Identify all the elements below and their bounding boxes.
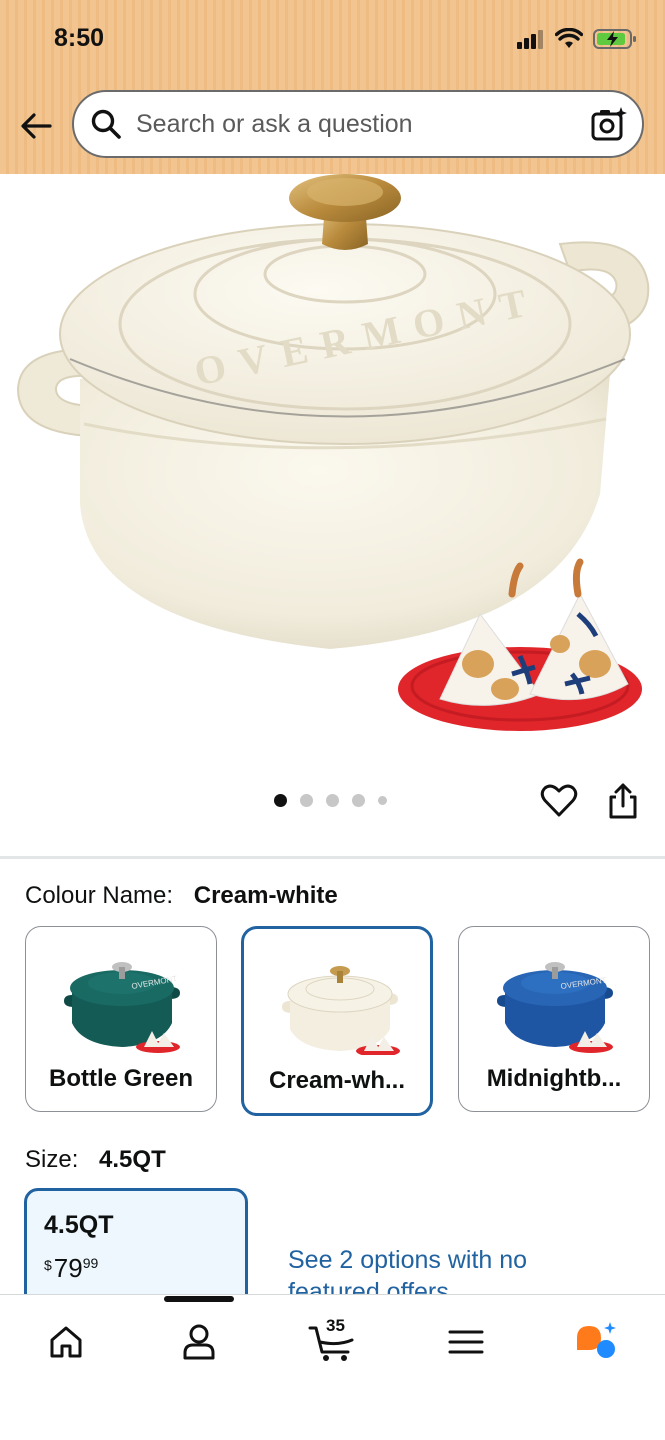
status-time: 8:50	[54, 24, 105, 52]
size-option-label: 4.5QT	[44, 1211, 114, 1239]
colour-label: Colour Name:	[25, 882, 174, 909]
price-currency: $	[44, 1257, 52, 1273]
share-icon[interactable]	[606, 782, 640, 820]
colour-name-row: Colour Name: Cream-white	[25, 882, 338, 910]
size-label: Size:	[25, 1146, 79, 1173]
cart-count-badge: 35	[326, 1316, 345, 1335]
search-placeholder: Search or ask a question	[136, 109, 413, 138]
header: 8:50 Search or ask a question	[0, 0, 665, 174]
carousel-dot[interactable]	[352, 794, 365, 807]
status-icons	[517, 28, 637, 50]
colour-option-bottle-green[interactable]: OVERMONT Bottle Green	[25, 926, 217, 1112]
price-whole: 79	[53, 1253, 83, 1283]
home-icon[interactable]	[44, 1320, 88, 1364]
midnight-blue-thumbnail: OVERMONT	[497, 962, 613, 1053]
size-value: 4.5QT	[99, 1146, 166, 1173]
bottle-green-thumbnail: OVERMONT	[64, 962, 180, 1053]
search-icon	[91, 109, 121, 139]
colour-option-midnight-blue[interactable]: OVERMONT Midnightb...	[458, 926, 650, 1112]
menu-icon[interactable]	[444, 1320, 488, 1364]
search-input[interactable]: Search or ask a question	[72, 90, 644, 158]
carousel-dot[interactable]	[274, 794, 287, 807]
colour-option-label: Cream-wh...	[268, 1067, 406, 1094]
dutch-oven-image: OVERMONT	[16, 174, 650, 731]
colour-option-label: Bottle Green	[48, 1065, 194, 1092]
size-row: Size: 4.5QT	[25, 1146, 166, 1174]
rufus-assistant-icon[interactable]	[573, 1320, 617, 1364]
tab-indicator	[164, 1296, 234, 1302]
carousel-dot[interactable]	[300, 794, 313, 807]
colour-option-cream-white[interactable]: Cream-wh...	[241, 926, 433, 1116]
section-divider	[0, 856, 665, 859]
heart-icon[interactable]	[540, 782, 578, 820]
signal-icon	[517, 30, 543, 49]
camera-search-icon[interactable]	[590, 105, 628, 143]
product-image[interactable]: OVERMONT	[0, 174, 665, 754]
price-fraction: 99	[82, 1255, 99, 1271]
image-carousel-dots[interactable]	[274, 794, 387, 807]
colour-option-label: Midnightb...	[486, 1065, 622, 1092]
battery-icon	[593, 29, 636, 49]
colour-value: Cream-white	[193, 882, 338, 909]
back-arrow-icon[interactable]	[18, 108, 54, 144]
account-icon[interactable]	[177, 1320, 221, 1364]
cream-white-thumbnail	[282, 966, 400, 1055]
screen: 8:50 Search or ask a question OVERMONT C…	[0, 0, 665, 1440]
carousel-dot[interactable]	[378, 796, 387, 805]
wifi-icon	[555, 28, 583, 48]
size-option-price: $7999	[44, 1253, 98, 1284]
carousel-dot[interactable]	[326, 794, 339, 807]
